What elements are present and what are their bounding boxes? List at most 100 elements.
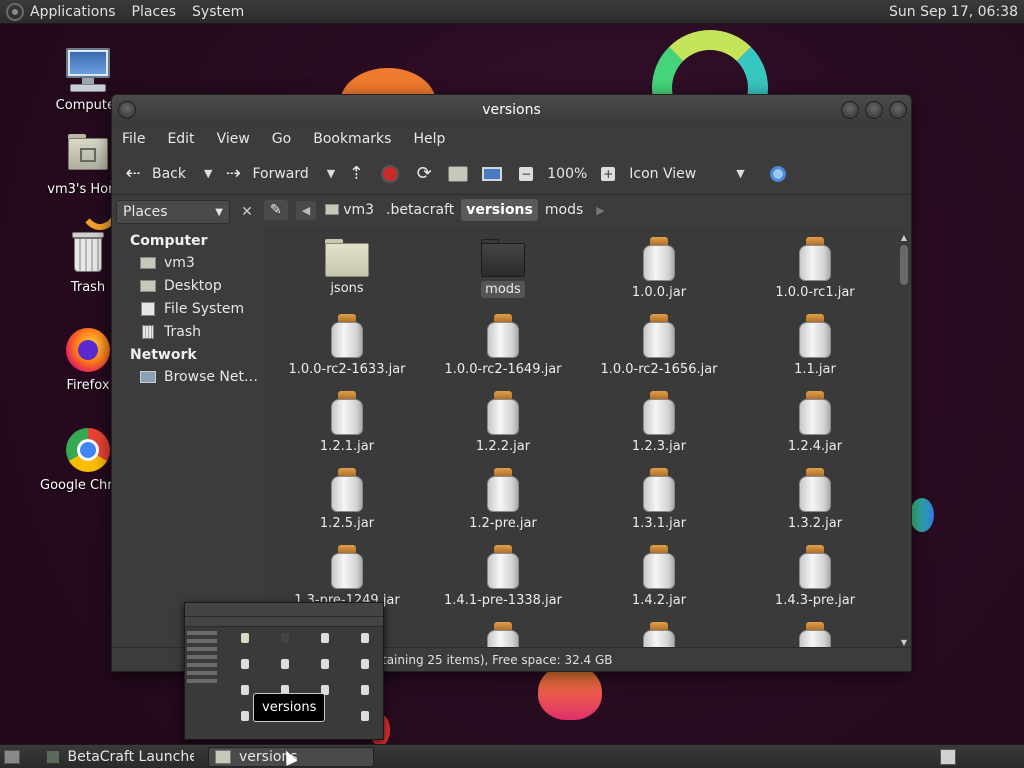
file-item[interactable]: 1.3.1.jar [584, 468, 734, 531]
breadcrumb-vm3[interactable]: vm3 [320, 199, 379, 221]
file-label: jsons [330, 281, 364, 296]
file-item[interactable]: 1.4.1-pre-1338.jar [428, 545, 578, 608]
file-icon-view[interactable]: jsons mods 1.0.0.jar 1.0.0-rc1.jar 1.0.0… [264, 229, 909, 649]
clock[interactable]: Sun Sep 17, 06:38 [889, 4, 1018, 20]
jar-icon [486, 622, 520, 649]
reload-icon: ⟳ [416, 163, 432, 184]
desktop-folder-icon [140, 278, 156, 294]
minimize-button[interactable] [841, 101, 859, 119]
file-label: 1.2.1.jar [319, 439, 375, 454]
sidebar-item-desktop[interactable]: Desktop [116, 274, 264, 297]
taskbar-item-betacraft[interactable]: BetaCraft Launcher ... [40, 747, 200, 767]
file-item[interactable]: 1.3.2.jar [740, 468, 890, 531]
menu-file[interactable]: File [122, 131, 145, 147]
distro-logo-icon[interactable] [6, 2, 24, 21]
file-item[interactable]: 1.2.4.jar [740, 391, 890, 454]
window-menu-button[interactable] [118, 101, 136, 119]
file-item[interactable]: 1.1.jar [740, 314, 890, 377]
jar-icon [330, 391, 364, 435]
path-scroll-left-button[interactable]: ◀ [295, 200, 317, 220]
maximize-button[interactable] [865, 101, 883, 119]
file-item[interactable]: 1.0.0-rc2-1656.jar [584, 314, 734, 377]
show-desktop-icon [4, 749, 20, 764]
window-preview-thumbnail[interactable]: versions [184, 602, 384, 740]
workspace-switcher[interactable] [940, 748, 956, 765]
file-label: 1.0.0-rc2-1633.jar [288, 362, 406, 377]
menu-help[interactable]: Help [413, 131, 445, 147]
file-item-partial[interactable] [428, 622, 578, 649]
vertical-scrollbar[interactable]: ▲ ▼ [899, 233, 909, 647]
jar-icon [330, 545, 364, 589]
scroll-down-arrow-icon[interactable]: ▼ [899, 638, 909, 647]
jar-icon [486, 545, 520, 589]
back-button[interactable]: ⇠ Back [120, 161, 192, 187]
file-item[interactable]: 1.0.0-rc2-1649.jar [428, 314, 578, 377]
close-side-pane-button[interactable]: ✕ [236, 201, 258, 223]
file-item[interactable]: 1.0.0-rc2-1633.jar [272, 314, 422, 377]
sidebar-item-vm3[interactable]: vm3 [116, 251, 264, 274]
file-item-mods[interactable]: mods [428, 237, 578, 298]
file-item-jsons[interactable]: jsons [272, 237, 422, 296]
sidebar-item-browse-network[interactable]: Browse Net… [116, 365, 264, 388]
show-desktop-button[interactable] [0, 747, 24, 767]
folder-icon [481, 237, 525, 277]
file-item-partial[interactable] [740, 622, 890, 649]
edit-location-icon: ✎ [270, 202, 282, 218]
forward-button[interactable]: ⇢ Forward [220, 161, 314, 187]
file-item[interactable]: 1.2.3.jar [584, 391, 734, 454]
sidebar-item-trash[interactable]: Trash [116, 320, 264, 343]
folder-icon [215, 749, 231, 764]
file-item[interactable]: 1.2-pre.jar [428, 468, 578, 531]
search-button[interactable] [765, 161, 791, 187]
file-manager-window: versions File Edit View Go Bookmarks Hel… [111, 94, 912, 672]
menu-system[interactable]: System [192, 4, 244, 20]
zoom-in-button[interactable]: + [595, 161, 621, 187]
file-item[interactable]: 1.2.5.jar [272, 468, 422, 531]
zoom-level[interactable]: 100% [547, 166, 587, 182]
view-mode-dropdown[interactable]: ▼ [736, 167, 744, 180]
breadcrumb-mods[interactable]: mods [540, 199, 588, 221]
back-history-dropdown[interactable]: ▼ [204, 167, 212, 180]
file-item[interactable]: 1.2.1.jar [272, 391, 422, 454]
view-mode-select[interactable]: Icon View [629, 166, 696, 182]
menu-places[interactable]: Places [132, 4, 177, 20]
file-item[interactable]: 1.0.0-rc1.jar [740, 237, 890, 300]
forward-history-dropdown[interactable]: ▼ [327, 167, 335, 180]
stop-button[interactable] [377, 161, 403, 187]
scrollbar-thumb[interactable] [900, 245, 908, 285]
breadcrumb-betacraft[interactable]: .betacraft [381, 199, 459, 221]
file-item[interactable]: 1.0.0.jar [584, 237, 734, 300]
menu-go[interactable]: Go [272, 131, 291, 147]
home-button[interactable] [445, 161, 471, 187]
file-item[interactable]: 1.3-pre-1249.jar [272, 545, 422, 608]
file-item[interactable]: 1.4.2.jar [584, 545, 734, 608]
scroll-up-arrow-icon[interactable]: ▲ [899, 233, 909, 242]
window-title: versions [482, 102, 541, 118]
computer-button[interactable] [479, 161, 505, 187]
up-button[interactable]: ⇡ [343, 161, 369, 187]
file-item-partial[interactable] [584, 622, 734, 649]
menu-view[interactable]: View [217, 131, 250, 147]
reload-button[interactable]: ⟳ [411, 161, 437, 187]
zoom-out-button[interactable]: − [513, 161, 539, 187]
sidebar-item-file-system[interactable]: File System [116, 297, 264, 320]
window-titlebar[interactable]: versions [112, 95, 911, 125]
path-scroll-right-button[interactable]: ▶ [590, 201, 610, 220]
side-pane-selector[interactable]: Places ▼ [116, 200, 230, 224]
toolbar: ⇠ Back ▼ ⇢ Forward ▼ ⇡ ⟳ − 100% + Icon V… [112, 153, 911, 195]
menu-edit[interactable]: Edit [167, 131, 194, 147]
trash-icon [64, 228, 112, 276]
close-button[interactable] [889, 101, 907, 119]
menu-applications[interactable]: Applications [30, 4, 116, 20]
file-item[interactable]: 1.4.3-pre.jar [740, 545, 890, 608]
jar-icon [642, 545, 676, 589]
file-item[interactable]: 1.2.2.jar [428, 391, 578, 454]
breadcrumb-versions[interactable]: versions [461, 199, 538, 221]
jar-icon [486, 314, 520, 358]
file-label: 1.0.0.jar [631, 285, 687, 300]
menu-bookmarks[interactable]: Bookmarks [313, 131, 391, 147]
toggle-location-entry-button[interactable]: ✎ [264, 200, 288, 220]
zoom-in-icon: + [601, 166, 616, 181]
home-folder-icon [325, 204, 340, 215]
taskbar-item-label: BetaCraft Launcher ... [67, 748, 195, 765]
